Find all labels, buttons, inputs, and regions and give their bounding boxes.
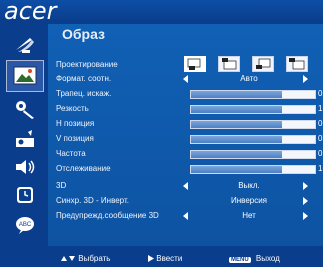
language-abc-icon[interactable]: ABC — [12, 214, 38, 236]
footer-hints: Выбрать Ввести MENU Выход — [0, 248, 323, 267]
slider-fill — [191, 91, 282, 98]
projection-front-desk-icon[interactable] — [184, 56, 206, 72]
settings-tools-icon[interactable] — [12, 98, 38, 120]
row-value: Инверсия — [230, 196, 268, 205]
slider-bar[interactable] — [190, 105, 316, 114]
exit-hint: MENU Выход — [229, 254, 280, 263]
row-label: Предупрежд.сообщение 3D — [56, 211, 159, 220]
slider-value: 0 — [318, 149, 323, 158]
select-hint: Выбрать — [60, 254, 110, 263]
slider-bar[interactable] — [190, 90, 316, 99]
select-label: Выбрать — [78, 254, 111, 263]
slider-fill — [191, 121, 282, 128]
row-sharpness[interactable]: Резкость 16 — [56, 102, 323, 116]
enter-label: Ввести — [156, 254, 183, 263]
row-v-position[interactable]: V позиция 0 — [56, 132, 323, 146]
row-label: Отслеживание — [56, 164, 111, 173]
row-aspect-ratio[interactable]: Формат. соотн. Авто — [56, 72, 323, 86]
row-frequency[interactable]: Частота 0 — [56, 147, 323, 161]
timer-clock-icon[interactable] — [12, 184, 38, 206]
arrow-right-icon[interactable] — [303, 197, 308, 205]
row-tracking[interactable]: Отслеживание 16 — [56, 162, 323, 176]
row-label: V позиция — [56, 134, 94, 143]
arrow-left-icon[interactable] — [183, 182, 188, 190]
enter-arrow-icon — [148, 255, 154, 263]
row-value: Авто — [240, 74, 258, 83]
slider-fill — [191, 136, 282, 143]
satellite-dish-icon[interactable] — [12, 34, 38, 56]
row-h-position[interactable]: H позиция 0 — [56, 117, 323, 131]
row-label: Формат. соотн. — [56, 74, 112, 83]
slider-value: 0 — [318, 119, 323, 128]
slider-value: 0 — [318, 134, 323, 143]
row-3d[interactable]: 3D Выкл. — [56, 179, 323, 193]
row-projection[interactable]: Проектирование — [56, 56, 323, 72]
exit-label: Выход — [255, 254, 280, 263]
arrow-right-icon[interactable] — [303, 212, 308, 220]
page-title: Образ — [62, 26, 106, 42]
projection-front-ceiling-icon[interactable] — [218, 56, 240, 72]
slider-bar[interactable] — [190, 165, 316, 174]
projector-management-icon[interactable] — [12, 128, 38, 150]
enter-hint: Ввести — [148, 254, 182, 263]
row-label: Проектирование — [56, 60, 118, 69]
row-label: Частота — [56, 149, 86, 158]
arrow-left-icon[interactable] — [183, 75, 188, 83]
row-label: Трапец. искаж. — [56, 89, 112, 98]
arrow-left-icon[interactable] — [183, 212, 188, 220]
slider-fill — [191, 106, 282, 113]
image-icon[interactable] — [6, 60, 44, 92]
up-down-arrows-icon — [61, 256, 75, 262]
slider-bar[interactable] — [190, 150, 316, 159]
row-value: Нет — [242, 211, 256, 220]
speaker-audio-icon[interactable] — [12, 156, 38, 178]
row-label: H позиция — [56, 119, 95, 128]
menu-badge: MENU — [229, 257, 251, 263]
svg-text:ABC: ABC — [19, 222, 32, 228]
slider-value: 16 — [318, 104, 323, 113]
sidebar: ABC — [0, 20, 48, 248]
arrow-right-icon[interactable] — [303, 75, 308, 83]
slider-bar[interactable] — [190, 120, 316, 129]
projection-rear-ceiling-icon[interactable] — [286, 56, 308, 72]
slider-value: 0 — [318, 89, 323, 98]
row-label: Резкость — [56, 104, 89, 113]
row-3d-warning-message[interactable]: Предупрежд.сообщение 3D Нет — [56, 209, 323, 223]
row-keystone[interactable]: Трапец. искаж. 0 — [56, 87, 323, 101]
top-bar: acer — [0, 0, 323, 25]
projection-rear-desk-icon[interactable] — [252, 56, 274, 72]
slider-fill — [191, 151, 282, 158]
row-label: Синхр. 3D - Инверт. — [56, 196, 129, 205]
slider-fill — [191, 166, 282, 173]
row-value: Выкл. — [238, 181, 260, 190]
slider-bar[interactable] — [190, 135, 316, 144]
row-label: 3D — [56, 181, 67, 190]
arrow-right-icon[interactable] — [303, 182, 308, 190]
row-3d-sync-invert[interactable]: Синхр. 3D - Инверт. Инверсия — [56, 194, 323, 208]
slider-value: 16 — [318, 164, 323, 173]
